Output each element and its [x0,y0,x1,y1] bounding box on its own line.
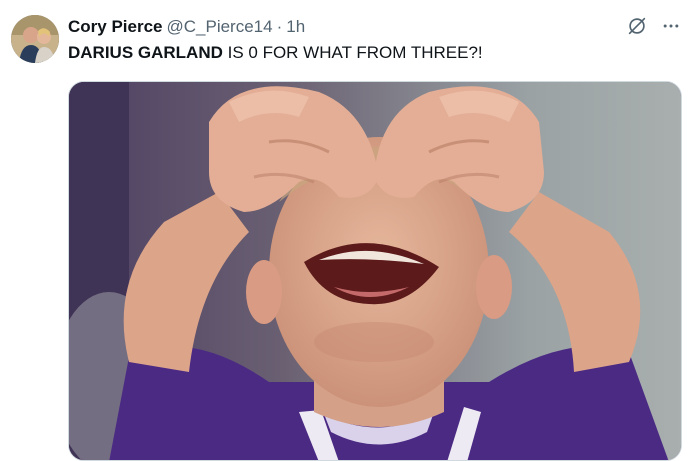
tweet-timestamp[interactable]: 1h [286,17,305,37]
grok-button[interactable] [625,14,649,38]
grok-icon [628,17,646,35]
tweet-text-highlight: DARIUS GARLAND [68,43,223,62]
tweet-header: Cory Pierce @C_Pierce14 · 1h [68,16,305,38]
tweet-media[interactable] [68,81,682,461]
tweet[interactable]: Cory Pierce @C_Pierce14 · 1h DARIUS GARL… [0,0,699,461]
more-icon [663,24,679,28]
tweet-text: DARIUS GARLAND IS 0 FOR WHAT FROM THREE?… [68,42,483,64]
author-name[interactable]: Cory Pierce [68,17,163,37]
media-image [69,82,681,460]
avatar-image [11,15,59,63]
more-button[interactable] [659,14,683,38]
author-handle[interactable]: @C_Pierce14 [167,17,273,37]
separator-dot: · [276,17,283,36]
tweet-actions [625,14,683,38]
avatar[interactable] [11,15,59,63]
tweet-text-body: IS 0 FOR WHAT FROM THREE?! [222,43,483,62]
